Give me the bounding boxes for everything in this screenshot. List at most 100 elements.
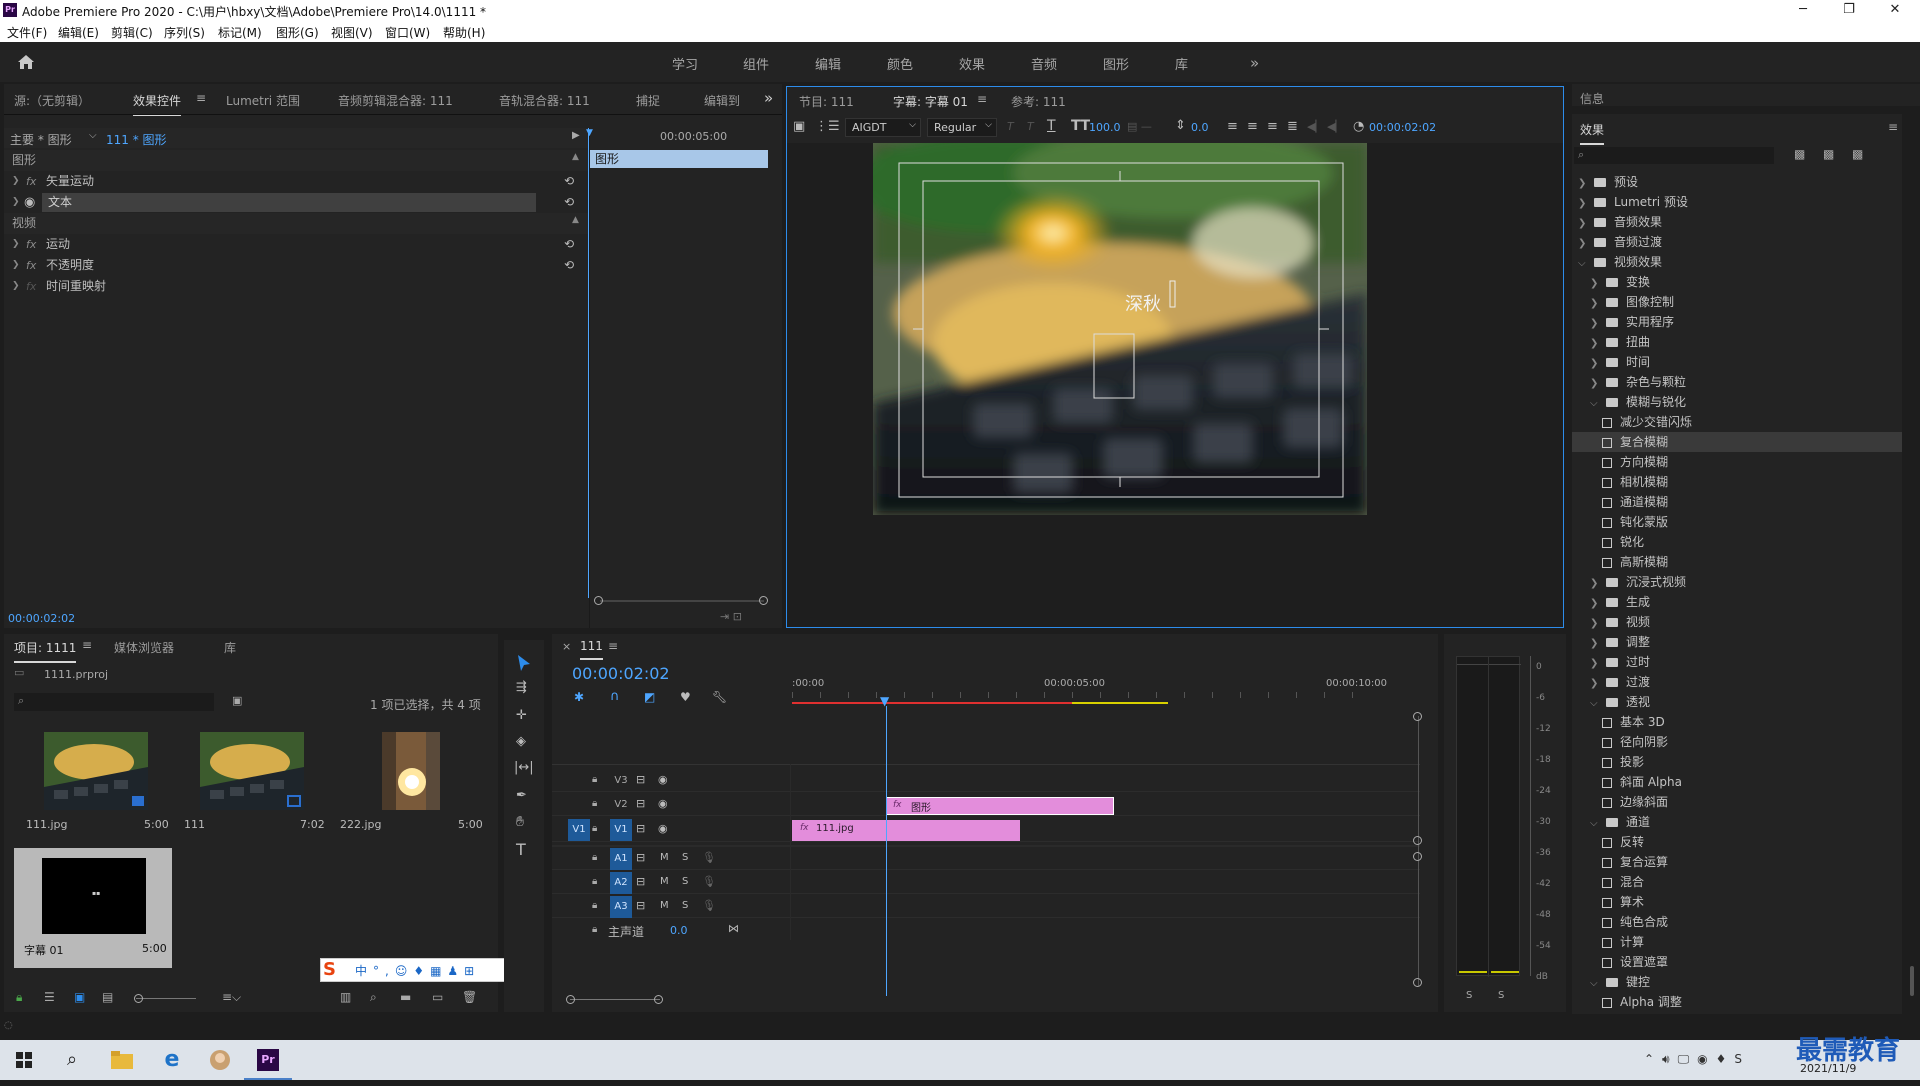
tab-audio-track-mixer[interactable]: 音轨混合器: 111 <box>499 92 590 109</box>
insert-nest-icon[interactable]: ✱ <box>574 690 584 704</box>
solo-right-button[interactable]: S <box>1498 990 1504 1001</box>
workspace-assembly[interactable]: 组件 <box>743 54 769 73</box>
chevron-right-icon[interactable]: ❯ <box>1590 614 1600 634</box>
microphone-icon[interactable]: 🎙︎ <box>702 875 716 888</box>
align-right-icon[interactable]: ≡ <box>1267 119 1278 134</box>
chevron-right-icon[interactable]: ❯ <box>1590 634 1600 654</box>
playhead-marker-icon[interactable]: ▼ <box>586 128 593 138</box>
chevron-down-icon[interactable]: ⌵ <box>1590 974 1600 994</box>
effect-text[interactable]: ❯ ◉ 文本 ⟲ <box>4 192 588 213</box>
tab-audio-clip-mixer[interactable]: 音频剪辑混合器: 111 <box>338 92 453 109</box>
effects-folder[interactable]: ❯ 过渡 <box>1572 672 1902 692</box>
trash-icon[interactable]: 🗑︎ <box>462 990 477 1004</box>
collapse-icon[interactable]: ▲ <box>572 147 579 168</box>
ec-zoom-slider[interactable] <box>600 600 764 602</box>
source-patch-v1[interactable]: V1 <box>568 819 590 841</box>
effects-folder[interactable]: ❯ 时间 <box>1572 352 1902 372</box>
effects-item[interactable]: 方向模糊 <box>1572 452 1902 472</box>
expand-chevron-icon[interactable]: ❯ <box>12 255 20 276</box>
scroll-handle[interactable] <box>1413 836 1422 845</box>
effect-vector-motion[interactable]: ❯ fx 矢量运动 ⟲ <box>4 171 588 192</box>
timeline-timecode[interactable]: 00:00:02:02 <box>572 664 670 683</box>
zoom-slider[interactable] <box>136 998 196 999</box>
sequence-clip-label[interactable]: 111 * 图形 <box>106 131 167 148</box>
toggle-sync-icon[interactable]: ⊟ <box>636 773 645 786</box>
solo-button[interactable]: S <box>682 900 688 911</box>
effects-item[interactable]: 边缘斜面 <box>1572 792 1902 812</box>
menu-window[interactable]: 窗口(W) <box>385 24 430 41</box>
caption-timecode[interactable]: 00:00:02:02 <box>1369 121 1436 134</box>
effect-motion[interactable]: ❯ fx 运动 ⟲ <box>4 234 588 255</box>
track-v3[interactable]: 🔒︎ V3 ⊟ ◉ <box>552 770 1420 792</box>
tab-project[interactable]: 项目: 1111 <box>14 639 77 663</box>
workspace-audio[interactable]: 音频 <box>1031 54 1057 73</box>
effects-folder[interactable]: ❯ Lumetri 预设 <box>1572 192 1902 212</box>
effect-opacity[interactable]: ❯ fx 不透明度 ⟲ <box>4 255 588 276</box>
track-a2[interactable]: 🔒︎ A2 ⊟ M S 🎙︎ <box>552 872 1420 894</box>
ripple-edit-tool-icon[interactable]: ✛ <box>516 708 527 723</box>
menu-clip[interactable]: 剪辑(C) <box>111 24 153 41</box>
effects-item[interactable]: 算术 <box>1572 892 1902 912</box>
ime-toolbar[interactable]: S 中°,☺♦▦♟⊞ <box>320 958 530 982</box>
panel-menu-icon[interactable]: ≡ <box>1888 120 1898 134</box>
effects-item[interactable]: 复合运算 <box>1572 852 1902 872</box>
new-bin-icon[interactable]: ▬ <box>400 990 411 1004</box>
microphone-icon[interactable]: 🎙︎ <box>702 899 716 912</box>
add-marker-icon[interactable]: ♥ <box>680 690 691 704</box>
background-color-icon[interactable]: ▤ — <box>1127 120 1152 133</box>
track-a3[interactable]: 🔒︎ A3 ⊟ M S 🎙︎ <box>552 896 1420 918</box>
track-master[interactable]: 🔒︎ 主声道 0.0 ⋈ <box>552 920 1420 942</box>
chevron-right-icon[interactable]: ❯ <box>1590 354 1600 374</box>
effects-item[interactable]: 径向阴影 <box>1572 732 1902 752</box>
scroll-handle[interactable] <box>1413 712 1422 721</box>
project-search-input[interactable]: ⌕ <box>14 693 214 711</box>
effects-item[interactable]: 钝化蒙版 <box>1572 512 1902 532</box>
chevron-right-icon[interactable]: ❯ <box>1590 294 1600 314</box>
effects-folder[interactable]: ❯ 实用程序 <box>1572 312 1902 332</box>
playhead-handle-icon[interactable]: ▼ <box>880 694 889 708</box>
align-left-icon[interactable]: ≡ <box>1227 119 1238 134</box>
video-frame[interactable] <box>873 143 1367 515</box>
toggle-sync-icon[interactable]: ⊟ <box>636 899 645 912</box>
project-item-selected[interactable]: ▪▪ 字幕 01 5:00 <box>14 848 172 968</box>
lock-icon[interactable]: 🔒︎ <box>592 823 597 834</box>
toggle-sync-icon[interactable]: ⊟ <box>636 851 645 864</box>
zoom-handle[interactable] <box>654 995 663 1004</box>
chevron-right-icon[interactable]: ❯ <box>1590 374 1600 394</box>
find-icon[interactable]: ⌕ <box>370 990 377 1005</box>
chevron-right-icon[interactable]: ❯ <box>1590 574 1600 594</box>
tab-effect-controls[interactable]: 效果控件 <box>133 92 182 116</box>
effects-folder[interactable]: ⌵ 透视 <box>1572 692 1902 712</box>
tray-icons[interactable]: ⌃🔊︎🖵︎◉♦S <box>1644 1052 1750 1067</box>
tab-lumetri-scopes[interactable]: Lumetri 范围 <box>226 92 300 109</box>
zoom-handle[interactable] <box>566 995 575 1004</box>
chevron-right-icon[interactable]: ❯ <box>1590 654 1600 674</box>
yuv-effects-icon[interactable]: ▩ <box>1852 147 1863 161</box>
maximize-button[interactable]: ❐ <box>1826 0 1872 21</box>
workspace-learn[interactable]: 学习 <box>672 54 698 73</box>
effects-item[interactable]: 复合模糊 <box>1572 432 1902 452</box>
effects-item[interactable]: 混合 <box>1572 872 1902 892</box>
effects-item[interactable]: 斜面 Alpha <box>1572 772 1902 792</box>
effects-item[interactable]: 纯色合成 <box>1572 912 1902 932</box>
vertical-scrollbar[interactable] <box>1418 716 1419 986</box>
chevron-down-icon[interactable]: ⌵ <box>89 130 97 141</box>
effects-folder[interactable]: ❯ 音频过渡 <box>1572 232 1902 252</box>
zoom-handle[interactable] <box>759 596 768 605</box>
track-a1[interactable]: 🔒︎ A1 ⊟ M S 🎙︎ <box>552 848 1420 870</box>
effects-folder[interactable]: ❯ 预设 <box>1572 172 1902 192</box>
expand-chevron-icon[interactable]: ❯ <box>12 171 20 192</box>
solo-button[interactable]: S <box>682 876 688 887</box>
tab-caption[interactable]: 字幕: 字幕 01 <box>893 93 968 117</box>
ec-clip-bar[interactable]: 图形 <box>590 150 768 168</box>
panel-menu-icon[interactable]: ≡ <box>977 92 987 106</box>
toggle-sync-icon[interactable]: ⊟ <box>636 797 645 810</box>
menu-marker[interactable]: 标记(M) <box>218 24 262 41</box>
align-center-icon[interactable]: ≡ <box>1247 119 1258 134</box>
effects-folder[interactable]: ❯ 音频效果 <box>1572 212 1902 232</box>
lock-icon[interactable]: 🔒︎ <box>592 924 597 935</box>
chevron-right-icon[interactable]: ❯ <box>1578 234 1588 254</box>
timeline-playhead[interactable] <box>886 706 887 996</box>
ruler-ticks[interactable] <box>792 692 1372 698</box>
chevron-right-icon[interactable]: ❯ <box>1590 334 1600 354</box>
